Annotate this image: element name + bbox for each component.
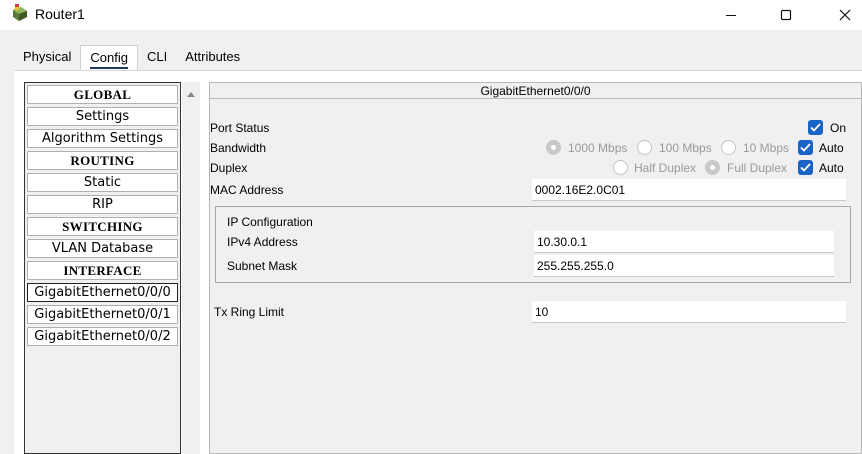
bandwidth-auto-label: Auto bbox=[819, 141, 844, 155]
interface-title: GigabitEthernet0/0/0 bbox=[210, 83, 861, 99]
sidebar-list: GLOBAL Settings Algorithm Settings ROUTI… bbox=[24, 82, 181, 454]
sidebar-scrollbar[interactable] bbox=[182, 82, 200, 454]
bandwidth-1000-radio[interactable] bbox=[546, 140, 561, 155]
sidebar-item-vlan-database[interactable]: VLAN Database bbox=[27, 239, 178, 258]
interface-panel: GigabitEthernet0/0/0 Port Status On Band… bbox=[209, 82, 862, 454]
sidebar-item-settings[interactable]: Settings bbox=[27, 107, 178, 126]
ip-configuration-title: IP Configuration bbox=[227, 215, 313, 229]
mac-address-field[interactable]: 0002.16E2.0C01 bbox=[532, 179, 846, 201]
sidebar-item-algorithm-settings[interactable]: Algorithm Settings bbox=[27, 129, 178, 148]
sidebar-header-switching[interactable]: SWITCHING bbox=[27, 217, 178, 236]
full-duplex-label: Full Duplex bbox=[727, 161, 788, 175]
sidebar-item-gige0-0-0[interactable]: GigabitEthernet0/0/0 bbox=[27, 283, 178, 302]
port-status-label: Port Status bbox=[210, 121, 270, 135]
mac-address-label: MAC Address bbox=[210, 183, 284, 197]
port-status-on-label: On bbox=[830, 121, 847, 135]
bandwidth-1000-label: 1000 Mbps bbox=[568, 141, 628, 155]
window-title: Router1 bbox=[35, 6, 85, 22]
subnet-mask-field[interactable]: 255.255.255.0 bbox=[534, 255, 834, 277]
ip-configuration-group: IP Configuration IPv4 Address 10.30.0.1 … bbox=[215, 206, 851, 283]
duplex-auto-checkbox[interactable] bbox=[798, 160, 813, 175]
bandwidth-auto-checkbox[interactable] bbox=[798, 140, 813, 155]
maximize-button[interactable] bbox=[763, 0, 809, 30]
scroll-up-arrow-icon[interactable] bbox=[186, 87, 196, 101]
bandwidth-10-radio[interactable] bbox=[721, 140, 736, 155]
bandwidth-10-label: 10 Mbps bbox=[743, 141, 790, 155]
ipv4-address-label: IPv4 Address bbox=[227, 235, 298, 249]
full-duplex-radio[interactable] bbox=[705, 160, 720, 175]
sidebar-header-global[interactable]: GLOBAL bbox=[27, 85, 178, 104]
port-status-on-checkbox[interactable] bbox=[808, 120, 823, 135]
tab-attributes[interactable]: Attributes bbox=[176, 45, 249, 71]
sidebar-header-interface[interactable]: INTERFACE bbox=[27, 261, 178, 280]
duplex-auto-label: Auto bbox=[819, 161, 844, 175]
ipv4-address-field[interactable]: 10.30.0.1 bbox=[534, 231, 834, 253]
duplex-label: Duplex bbox=[210, 161, 248, 175]
router-icon bbox=[10, 4, 30, 24]
tx-ring-limit-label: Tx Ring Limit bbox=[214, 305, 285, 319]
title-bar: Router1 bbox=[0, 0, 862, 30]
sidebar-item-gige0-0-2[interactable]: GigabitEthernet0/0/2 bbox=[27, 327, 178, 346]
tab-cli[interactable]: CLI bbox=[138, 45, 176, 71]
tab-physical[interactable]: Physical bbox=[14, 45, 80, 71]
minimize-button[interactable] bbox=[708, 0, 754, 30]
half-duplex-radio[interactable] bbox=[613, 160, 628, 175]
sidebar-item-static[interactable]: Static bbox=[27, 173, 178, 192]
sidebar-item-gige0-0-1[interactable]: GigabitEthernet0/0/1 bbox=[27, 305, 178, 324]
tx-ring-limit-field[interactable]: 10 bbox=[532, 301, 846, 323]
bandwidth-100-radio[interactable] bbox=[637, 140, 652, 155]
tab-config[interactable]: Config bbox=[80, 45, 138, 71]
bandwidth-100-label: 100 Mbps bbox=[659, 141, 712, 155]
tab-bar: Physical Config CLI Attributes bbox=[14, 45, 249, 71]
close-button[interactable] bbox=[822, 0, 862, 30]
bandwidth-label: Bandwidth bbox=[210, 141, 267, 155]
half-duplex-label: Half Duplex bbox=[634, 161, 697, 175]
sidebar-item-rip[interactable]: RIP bbox=[27, 195, 178, 214]
sidebar-header-routing[interactable]: ROUTING bbox=[27, 151, 178, 170]
subnet-mask-label: Subnet Mask bbox=[227, 259, 298, 273]
